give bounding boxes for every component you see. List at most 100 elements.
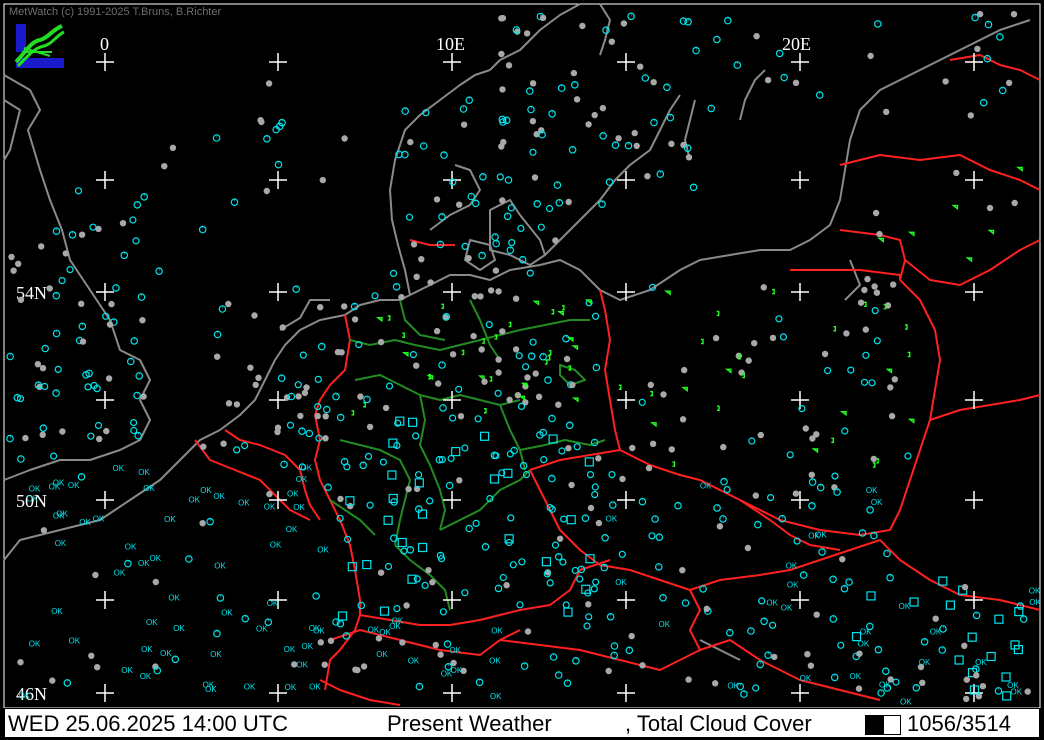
- station-marker: [94, 664, 101, 671]
- station-marker: [633, 142, 640, 150]
- station-marker: OK: [900, 698, 912, 707]
- station-marker: OK: [919, 658, 931, 667]
- svg-text:OK: OK: [766, 599, 778, 608]
- station-marker: [359, 461, 368, 470]
- station-marker: [888, 412, 896, 420]
- station-marker: [866, 506, 874, 514]
- station-marker: [549, 653, 558, 661]
- station-marker: [874, 645, 883, 654]
- station-marker: [301, 389, 309, 397]
- station-marker: [62, 250, 69, 257]
- station-marker: [769, 334, 777, 342]
- station-marker: [377, 569, 385, 576]
- station-marker: [753, 33, 760, 40]
- station-marker: [137, 293, 146, 301]
- svg-text:OK: OK: [786, 561, 798, 570]
- station-marker: [317, 342, 326, 351]
- station-marker: [461, 242, 469, 250]
- station-marker: [484, 408, 487, 414]
- station-marker: [920, 637, 929, 646]
- station-marker: [883, 303, 887, 310]
- svg-text:OK: OK: [264, 502, 276, 511]
- station-marker: [435, 380, 442, 387]
- station-marker: [799, 571, 808, 579]
- station-marker: [942, 78, 949, 85]
- station-marker: [932, 615, 939, 622]
- station-marker: [606, 612, 615, 621]
- lon-label-10e: 10E: [436, 34, 465, 54]
- station-marker: OK: [786, 561, 798, 570]
- station-marker: [533, 200, 542, 208]
- station-marker: [618, 384, 622, 390]
- grid-cross: [96, 53, 114, 71]
- svg-text:OK: OK: [68, 481, 80, 490]
- station-marker: [554, 671, 563, 679]
- svg-text:OK: OK: [379, 628, 391, 637]
- svg-text:OK: OK: [930, 628, 942, 637]
- station-marker: [456, 201, 463, 208]
- station-marker: [624, 141, 633, 150]
- station-marker: OK: [491, 627, 503, 636]
- station-marker: [608, 38, 615, 45]
- station-marker: [499, 197, 506, 204]
- station-marker: [461, 589, 469, 597]
- station-marker: [212, 134, 221, 142]
- station-marker: [963, 695, 970, 703]
- station-marker: [953, 169, 960, 177]
- svg-text:OK: OK: [781, 604, 793, 613]
- station-marker: [387, 315, 391, 321]
- station-marker: [461, 444, 469, 452]
- station-marker: [887, 384, 894, 391]
- station-marker: [78, 300, 85, 307]
- station-marker: [645, 464, 653, 472]
- svg-text:OK: OK: [270, 541, 282, 550]
- product-label: Present Weather: [387, 711, 552, 736]
- svg-text:OK: OK: [787, 580, 799, 589]
- station-marker: [881, 667, 890, 676]
- station-marker: [337, 611, 348, 621]
- grid-cross: [269, 283, 287, 301]
- station-marker: [366, 501, 374, 509]
- station-marker: [592, 578, 600, 586]
- station-marker: [258, 118, 265, 126]
- station-marker: OK: [267, 599, 279, 608]
- station-marker: OK: [301, 463, 313, 472]
- station-marker: [655, 533, 664, 542]
- station-marker: [508, 239, 516, 247]
- station-marker: [460, 121, 468, 128]
- station-marker: [514, 392, 522, 399]
- station-marker: [562, 334, 570, 343]
- svg-text:OK: OK: [368, 626, 380, 635]
- station-marker: [641, 74, 650, 82]
- station-marker: [560, 515, 568, 523]
- svg-text:OK: OK: [238, 499, 250, 508]
- weather-map[interactable]: 0 10E 20E 54N 50N 46N OK OK OK OK OK OK OK OK OK…: [0, 0, 1044, 709]
- station-marker: [54, 365, 62, 373]
- station-marker: [321, 661, 328, 668]
- station-marker: [351, 316, 359, 323]
- station-marker: [393, 604, 401, 613]
- svg-text:OK: OK: [141, 645, 153, 654]
- station-marker: [808, 478, 817, 486]
- svg-text:OK: OK: [491, 627, 503, 636]
- station-marker: [792, 79, 800, 87]
- station-marker: [525, 87, 534, 95]
- station-marker: [563, 679, 572, 688]
- station-marker: [419, 142, 428, 150]
- station-marker: [553, 181, 562, 189]
- station-marker: [573, 96, 581, 103]
- station-marker: [808, 501, 816, 510]
- station-marker: [912, 683, 921, 692]
- station-marker: OK: [871, 498, 883, 507]
- station-marker: [620, 20, 628, 27]
- station-marker: [521, 363, 530, 371]
- station-marker: [831, 472, 839, 480]
- station-marker: [507, 514, 515, 522]
- svg-text:OK: OK: [302, 642, 314, 651]
- station-marker: [357, 393, 364, 400]
- station-marker: [713, 35, 721, 44]
- station-marker: [638, 398, 646, 406]
- station-marker: OK: [850, 672, 862, 681]
- station-marker: [720, 443, 727, 451]
- station-marker: [127, 357, 135, 366]
